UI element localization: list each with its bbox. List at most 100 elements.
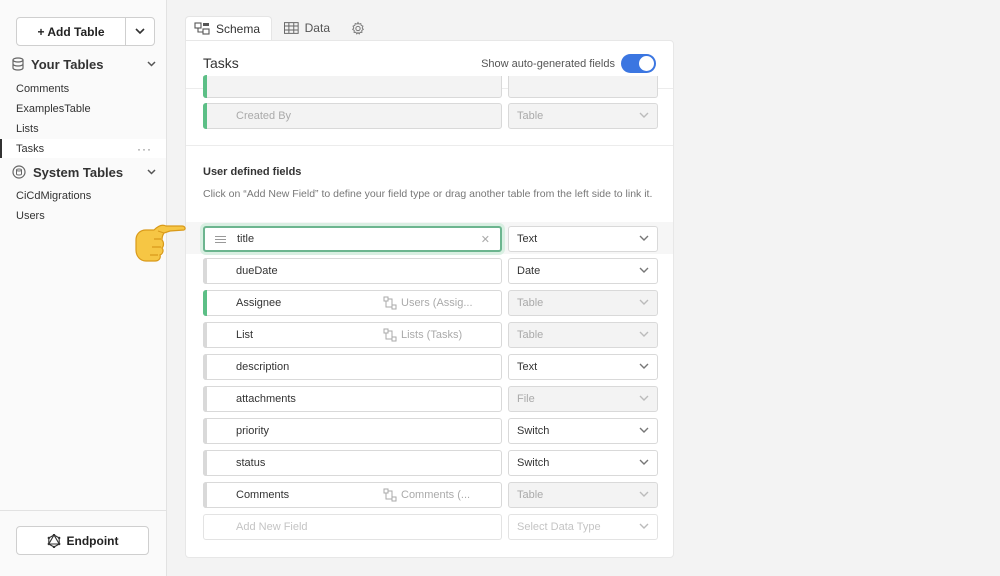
system-database-icon [12,165,26,179]
drag-handle-icon[interactable] [215,236,226,243]
field-name: Comments [236,489,290,501]
sidebar-item-label: ExamplesTable [16,102,91,115]
schema-panel: Tasks Show auto-generated fields Created… [185,40,674,558]
graphql-icon [47,533,60,548]
auto-generated-fields-toggle[interactable] [621,54,656,73]
table-title: Tasks [203,55,239,71]
field-name: title [237,233,255,245]
field-type-value: Table [517,329,544,341]
link-target: Comments (... [401,489,471,501]
field-name: List [236,329,254,341]
field-type-select[interactable]: Date [508,258,658,284]
field-type-value: Switch [517,425,550,437]
field-row-status[interactable]: status [203,450,502,476]
field-type-select[interactable]: Switch [508,418,658,444]
field-type-value: Table [517,489,544,501]
pointing-hand-icon [135,224,186,262]
link-info: Lists (Tasks) [383,328,501,342]
divider [186,145,673,146]
field-row-comments[interactable]: Comments Comments (... [203,482,502,508]
toggle-label: Show auto-generated fields [481,58,615,70]
schema-icon [194,22,210,35]
sidebar-item-label: Tasks [16,142,45,155]
link-icon [383,296,397,310]
endpoint-button[interactable]: Endpoint [16,526,149,555]
database-icon [12,57,24,71]
tab-schema-label: Schema [216,21,261,36]
link-target: Lists (Tasks) [401,329,463,341]
field-row-list[interactable]: List Lists (Tasks) [203,322,502,348]
field-name: attachments [236,393,296,405]
chevron-down-icon [639,112,649,118]
link-icon [383,328,397,342]
chevron-down-icon [639,523,649,529]
endpoint-label: Endpoint [66,533,119,548]
chevron-down-icon [639,299,649,305]
sidebar: + Add Table Your Tables Comments Example… [0,0,167,576]
field-type-select: Table [508,322,658,348]
chevron-down-icon [639,427,649,433]
gear-icon [352,20,364,35]
field-type-select: Table [508,482,658,508]
field-row-priority[interactable]: priority [203,418,502,444]
your-tables-label: Your Tables [31,56,104,72]
new-field-type-select[interactable]: Select Data Type [508,514,658,540]
your-tables-header[interactable]: Your Tables [12,55,156,73]
field-type-value: Table [517,297,544,309]
field-row-assignee[interactable]: Assignee Users (Assig... [203,290,502,316]
sidebar-item-label: Lists [16,122,39,135]
user-defined-title: User defined fields [203,166,302,178]
link-info: Users (Assig... [383,296,501,310]
tab-settings[interactable] [343,16,373,40]
sidebar-item-label: CiCdMigrations [16,189,92,202]
more-options-icon[interactable]: ··· [137,142,152,156]
sidebar-item-lists[interactable]: Lists [0,119,166,138]
field-row-created-by: Created By [203,103,502,129]
chevron-down-icon [639,395,649,401]
sidebar-item-examplestable[interactable]: ExamplesTable [0,99,166,118]
field-row-description[interactable]: description [203,354,502,380]
tab-schema[interactable]: Schema [185,16,272,40]
chevron-down-icon [639,267,649,273]
auto-field-partial [203,75,502,98]
sidebar-item-tasks[interactable]: Tasks ··· [0,139,166,158]
field-name: dueDate [236,265,278,277]
field-name: Assignee [236,297,282,309]
field-type-select: Table [508,290,658,316]
field-row-attachments[interactable]: attachments [203,386,502,412]
chevron-down-icon [639,235,649,241]
clear-icon[interactable]: ✕ [481,233,490,246]
new-field-type-placeholder: Select Data Type [517,521,601,533]
sidebar-item-label: Users [16,209,45,222]
field-type-select[interactable]: Text [508,226,658,252]
link-info: Comments (... [383,488,501,502]
tab-data[interactable]: Data [276,16,338,40]
chevron-down-icon [135,28,145,35]
table-icon [284,22,299,34]
system-tables-header[interactable]: System Tables [12,163,156,181]
sidebar-item-cicdmigrations[interactable]: CiCdMigrations [0,186,166,205]
field-type-select: Table [508,103,658,129]
field-type-value: Text [517,361,538,373]
field-row-duedate[interactable]: dueDate [203,258,502,284]
sidebar-item-comments[interactable]: Comments [0,79,166,98]
chevron-down-icon [147,61,156,67]
chevron-down-icon [639,331,649,337]
field-type-value: Text [517,233,538,245]
chevron-down-icon [147,169,156,175]
field-type-value: Date [517,265,541,277]
field-row-title[interactable]: title ✕ [203,226,502,252]
sidebar-footer: Endpoint [0,510,166,576]
user-defined-description: Click on “Add New Field” to define your … [203,188,653,200]
field-type-select[interactable]: Switch [508,450,658,476]
field-type-select[interactable]: Text [508,354,658,380]
add-table-button[interactable]: + Add Table [17,18,126,45]
field-type-value: Table [517,110,544,122]
field-type-value: Switch [517,457,550,469]
new-field-input[interactable]: Add New Field [203,514,502,540]
field-name: priority [236,425,270,437]
link-icon [383,488,397,502]
add-table-dropdown-button[interactable] [126,18,154,45]
field-type-select: File [508,386,658,412]
chevron-down-icon [639,491,649,497]
